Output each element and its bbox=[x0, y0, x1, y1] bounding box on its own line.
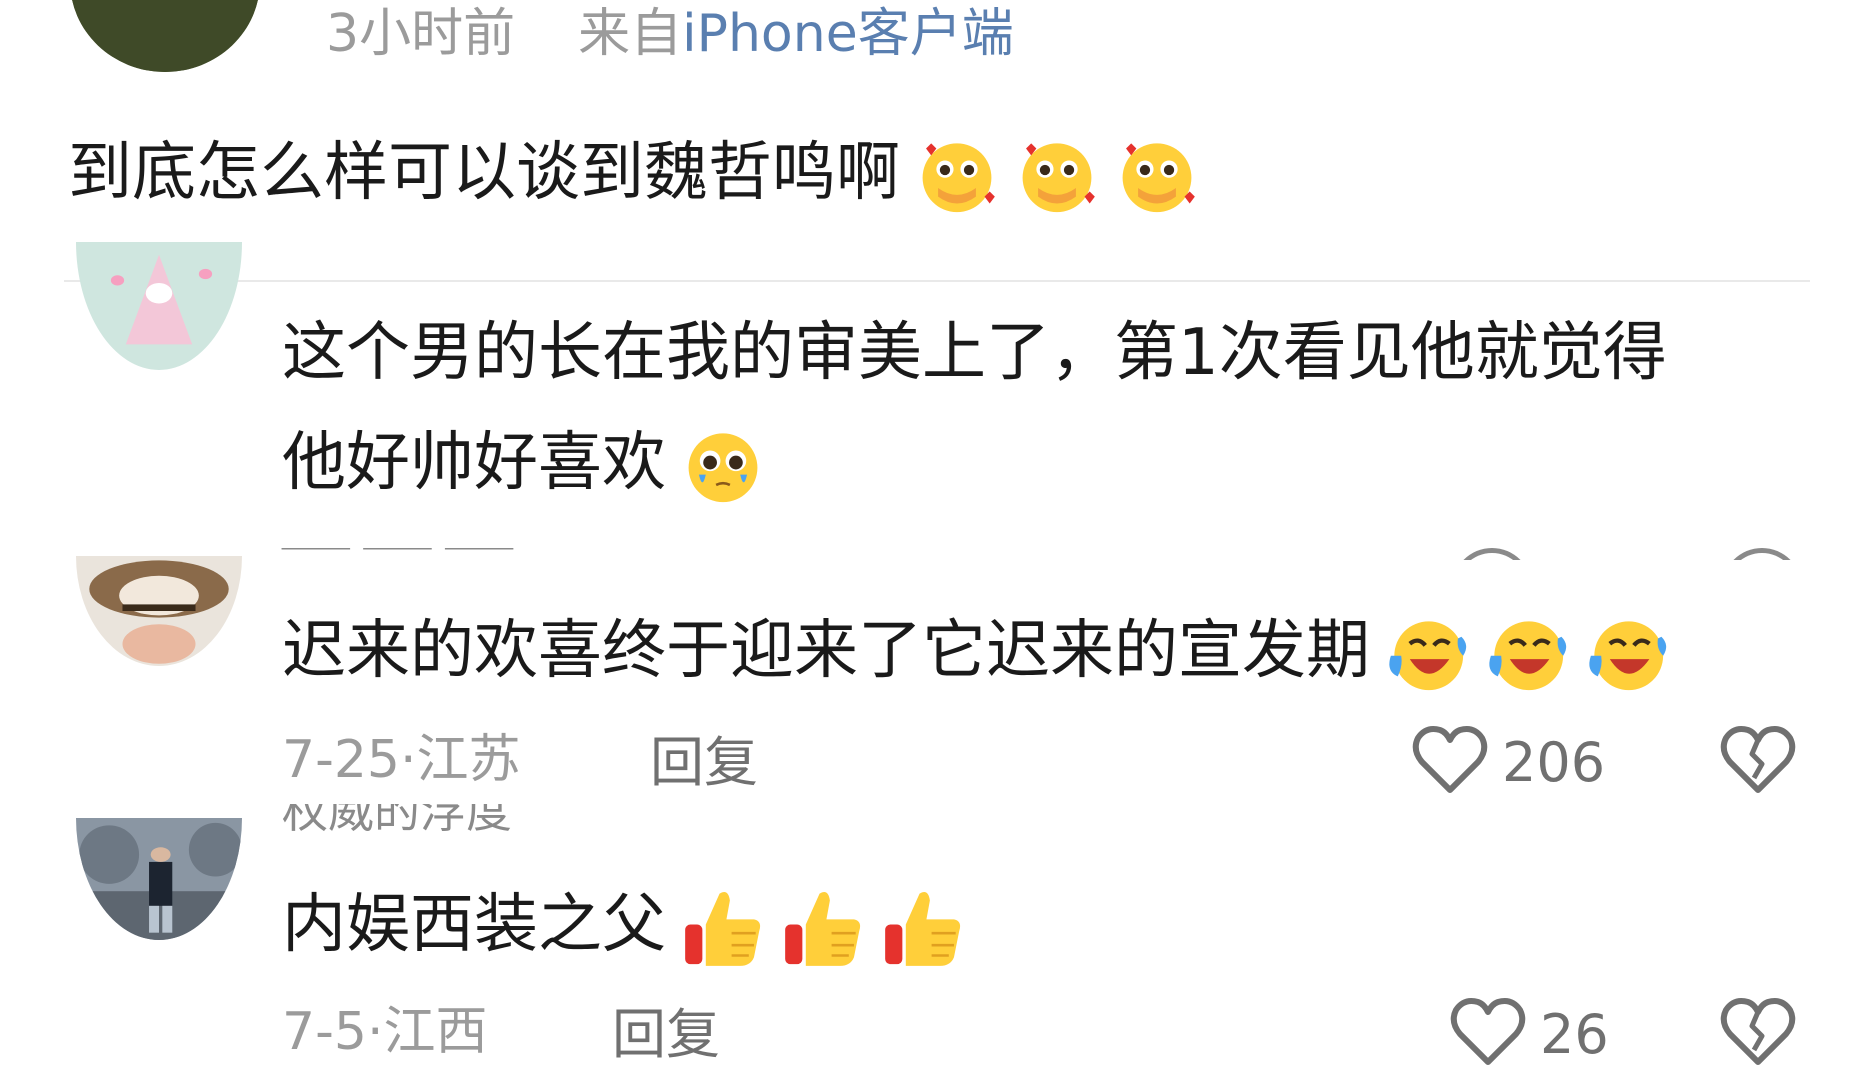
heart-outline-icon[interactable] bbox=[1412, 724, 1488, 796]
reply-button[interactable]: 回复 bbox=[650, 736, 758, 790]
thumbs-up-emoji bbox=[680, 885, 766, 971]
adoring-face-emoji bbox=[1014, 133, 1100, 219]
comment-body-line: 这个男的长在我的审美上了，第1次看见他就觉得 bbox=[282, 316, 1667, 390]
laughing-crying-emoji bbox=[1584, 611, 1670, 697]
thumbs-up-emoji bbox=[780, 885, 866, 971]
comment-meta-clipped: ▔▔ ▔▔ ▔▔ bbox=[0, 548, 1873, 560]
reply-button[interactable]: 回复 bbox=[612, 1008, 720, 1062]
comment-body: 内娱西装之父 bbox=[282, 888, 666, 962]
comment-time: 3小时前 bbox=[326, 4, 516, 64]
laughing-crying-emoji bbox=[1484, 611, 1570, 697]
comment-location: 江西 bbox=[383, 1002, 488, 1062]
heart-outline-icon[interactable] bbox=[1450, 996, 1526, 1068]
comment-body-line: 他好帅好喜欢 bbox=[282, 426, 666, 500]
adoring-face-emoji bbox=[914, 133, 1000, 219]
comment-date: 7-5 bbox=[282, 1002, 367, 1062]
like-count: 26 bbox=[1540, 1003, 1609, 1066]
laughing-crying-emoji bbox=[1384, 611, 1470, 697]
broken-heart-icon[interactable] bbox=[1720, 996, 1796, 1068]
comment-text: 这个男的长在我的审美上了，第1次看见他就觉得 他好帅好喜欢 bbox=[282, 298, 1667, 518]
comment-text: 迟来的欢喜终于迎来了它迟来的宣发期 bbox=[282, 596, 1670, 706]
comment-text: 内娱西装之父 bbox=[282, 870, 966, 980]
avatar[interactable] bbox=[76, 242, 242, 370]
comment-text: 到底怎么样可以谈到魏哲鸣啊 bbox=[68, 118, 1200, 228]
avatar[interactable] bbox=[70, 0, 260, 72]
adoring-face-emoji bbox=[1114, 133, 1200, 219]
comment-username[interactable]: 权威的浮度 bbox=[282, 804, 512, 834]
meta-separator: · bbox=[400, 730, 417, 790]
comment-body: 到底怎么样可以谈到魏哲鸣啊 bbox=[68, 136, 900, 210]
like-count: 206 bbox=[1502, 731, 1606, 794]
comment-meta: 7-5·江西 bbox=[282, 1006, 487, 1058]
comment-location: 江苏 bbox=[416, 730, 521, 790]
avatar[interactable] bbox=[76, 556, 242, 666]
avatar[interactable] bbox=[76, 818, 242, 940]
meta-separator: · bbox=[366, 1002, 384, 1062]
comment-source-link[interactable]: iPhone客户端 bbox=[682, 4, 1014, 64]
comment-source-prefix: 来自 bbox=[578, 4, 683, 64]
comment-body: 迟来的欢喜终于迎来了它迟来的宣发期 bbox=[282, 614, 1370, 688]
broken-heart-icon[interactable] bbox=[1720, 724, 1796, 796]
comment-divider bbox=[64, 280, 1810, 282]
pleading-face-emoji bbox=[680, 423, 766, 509]
comment-meta: 7-25·江苏 bbox=[282, 734, 521, 786]
thumbs-up-emoji bbox=[880, 885, 966, 971]
comment-date: 7-25 bbox=[282, 730, 401, 790]
comment-username-clipped[interactable]: 权威的浮度 bbox=[282, 804, 682, 834]
comment-meta: 3小时前 来自iPhone客户端 bbox=[326, 8, 1014, 60]
